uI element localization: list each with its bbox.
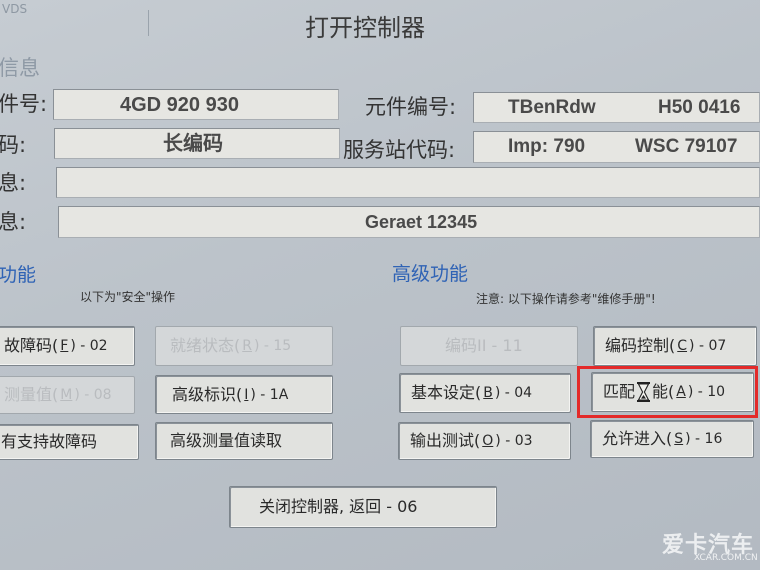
dealer-wsc-value: WSC 79107	[635, 136, 738, 157]
output-test-suffix: ) - 03	[495, 433, 533, 449]
extra-info-field	[56, 167, 760, 198]
basic-setting-key: B	[483, 385, 493, 401]
basic-functions-title: 功能	[0, 264, 37, 286]
advanced-measured-values-button[interactable]: 高级测量值读取	[155, 422, 333, 460]
part-no-field: 4GD 920 930	[53, 89, 339, 120]
readiness-suffix: ) - 15	[253, 338, 292, 354]
component-no-field: TBenRdw H50 0416	[473, 92, 760, 123]
access-authorization-button[interactable]: 允许进入(S) - 16	[590, 420, 754, 458]
app-tag: VDS	[2, 2, 28, 16]
fault-codes-suffix: ) - 02	[70, 338, 108, 354]
extra-info2-label: 息:	[0, 210, 27, 234]
coding-ii-button[interactable]: 编码II - 11	[400, 326, 578, 366]
measured-values-key: M	[60, 387, 73, 403]
fault-codes-button[interactable]: 故障码(F) - 02	[0, 326, 135, 366]
fault-codes-key: F	[60, 338, 69, 354]
coding-control-button[interactable]: 编码控制(C) - 07	[593, 326, 757, 366]
advanced-identification-key: I	[244, 386, 249, 403]
extra-info2-field: Geraet 12345	[58, 206, 760, 238]
measured-values-label: 测量值(	[4, 385, 59, 404]
dealer-code-field: Imp: 790 WSC 79107	[473, 131, 760, 163]
coding-value: 长编码	[163, 133, 223, 155]
readiness-label: 就绪状态(	[170, 336, 241, 355]
coding-ii-label: 编码II - 11	[445, 336, 523, 355]
component-no-label: 元件编号:	[365, 95, 457, 119]
advanced-identification-suffix: ) - 1A	[250, 386, 289, 403]
advanced-identification-label: 高级标识(	[172, 384, 243, 404]
coding-field: 长编码	[54, 128, 340, 159]
coding-control-suffix: ) - 07	[689, 338, 727, 354]
basic-setting-label: 基本设定(	[411, 383, 482, 402]
part-no-label: 件号:	[0, 92, 48, 116]
access-authorization-key: S	[674, 431, 684, 447]
supported-fault-codes-label: 有支持故障码	[1, 432, 98, 451]
highlight-frame	[577, 366, 758, 418]
supported-fault-codes-button[interactable]: 有支持故障码	[0, 424, 139, 460]
extra-info2-value: Geraet 12345	[365, 212, 478, 232]
extra-info-label: 息:	[0, 171, 27, 195]
access-authorization-label: 允许进入(	[602, 429, 673, 448]
advanced-measured-values-label: 高级测量值读取	[170, 431, 283, 450]
part-no-value: 4GD 920 930	[120, 94, 239, 116]
measured-values-button[interactable]: 测量值(M) - 08	[0, 376, 135, 414]
basic-setting-button[interactable]: 基本设定(B) - 04	[399, 373, 571, 413]
measured-values-suffix: ) - 08	[74, 387, 112, 403]
readiness-key: R	[242, 338, 252, 354]
close-controller-button[interactable]: 关闭控制器, 返回 - 06	[229, 486, 497, 528]
output-test-button[interactable]: 输出测试(O) - 03	[398, 422, 571, 460]
close-controller-label: 关闭控制器, 返回 - 06	[259, 497, 418, 516]
watermark-url: XCAR.COM.CN	[694, 553, 758, 563]
advanced-functions-title: 高级功能	[392, 263, 469, 285]
coding-control-key: C	[677, 338, 688, 354]
component-no-value-2: H50 0416	[658, 97, 741, 118]
window-title: 打开控制器	[305, 14, 425, 42]
basic-setting-suffix: ) - 04	[494, 385, 533, 401]
access-authorization-suffix: ) - 16	[685, 431, 723, 447]
dealer-imp-value: Imp: 790	[508, 136, 586, 157]
component-no-value-1: TBenRdw	[508, 97, 596, 118]
readiness-button[interactable]: 就绪状态(R) - 15	[155, 326, 333, 366]
title-bar: VDS 打开控制器	[0, 0, 760, 50]
coding-control-label: 编码控制(	[605, 336, 676, 355]
fault-codes-label: 故障码(	[4, 336, 59, 355]
title-separator	[148, 10, 149, 36]
output-test-key: O	[482, 433, 494, 449]
advanced-functions-note: 注意: 以下操作请参考"维修手册"!	[476, 292, 656, 306]
info-section-label: 信息	[0, 56, 40, 80]
dealer-code-label: 服务站代码:	[343, 138, 456, 162]
basic-functions-note: 以下为"安全"操作	[80, 290, 176, 304]
output-test-label: 输出测试(	[410, 431, 481, 450]
coding-label: 码:	[0, 133, 27, 157]
advanced-identification-button[interactable]: 高级标识(I) - 1A	[155, 375, 333, 414]
